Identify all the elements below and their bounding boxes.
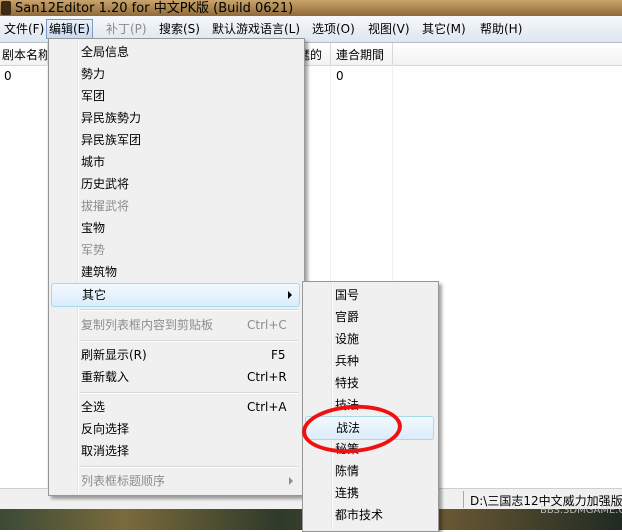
menu-item-copy-to-clipboard[interactable]: 复制列表框内容到剪贴板 Ctrl+C <box>51 314 300 336</box>
menu-default-language[interactable]: 默认游戏语言(L) <box>210 20 302 38</box>
watermark: BBS.3DMGAME.COM <box>540 505 622 516</box>
menu-item-promoted-officers[interactable]: 拔擢武将 <box>51 195 300 217</box>
submenu-item-titles[interactable]: 官爵 <box>305 306 434 328</box>
column-separator[interactable] <box>392 43 393 65</box>
menu-search[interactable]: 搜索(S) <box>157 20 202 38</box>
submenu-item-linkage[interactable]: 连携 <box>305 482 434 504</box>
menu-edit[interactable]: 编辑(E) <box>46 19 93 39</box>
submenu-arrow-icon <box>289 477 293 485</box>
submenu-item-facilities[interactable]: 设施 <box>305 328 434 350</box>
menu-help[interactable]: 帮助(H) <box>478 20 524 38</box>
submenu-item-unit-types[interactable]: 兵种 <box>305 350 434 372</box>
menu-item-armies[interactable]: 军势 <box>51 239 300 261</box>
menu-item-foreign-forces[interactable]: 异民族勢力 <box>51 107 300 129</box>
submenu-item-country-name[interactable]: 国号 <box>305 284 434 306</box>
edit-menu-dropdown: 全局信息 勢力 军团 异民族勢力 异民族军团 城市 历史武将 拔擢武将 宝物 军… <box>48 38 305 496</box>
menu-separator <box>79 392 298 394</box>
title-bar: San12Editor 1.20 for 中文PK版 (Build 0621) <box>0 0 622 16</box>
menu-other[interactable]: 其它(M) <box>420 20 468 38</box>
table-cell: 0 <box>336 69 344 83</box>
menu-item-foreign-corps[interactable]: 异民族军团 <box>51 129 300 151</box>
menu-item-invert-selection[interactable]: 反向选择 <box>51 418 300 440</box>
menu-patch[interactable]: 补丁(P) <box>104 20 149 38</box>
window-title: San12Editor 1.20 for 中文PK版 (Build 0621) <box>15 1 294 16</box>
menu-item-reload[interactable]: 重新载入 Ctrl+R <box>51 366 300 388</box>
column-header-scenario-name[interactable]: 剧本名称 <box>2 46 50 63</box>
menu-item-refresh[interactable]: 刷新显示(R) F5 <box>51 344 300 366</box>
column-separator[interactable] <box>330 43 331 65</box>
menu-item-buildings[interactable]: 建筑物 <box>51 261 300 283</box>
menu-item-select-all[interactable]: 全选 Ctrl+A <box>51 396 300 418</box>
submenu-item-city-tech[interactable]: 都市技术 <box>305 504 434 526</box>
menu-item-other-submenu[interactable]: 其它 <box>51 283 300 307</box>
menu-separator <box>79 309 298 311</box>
menu-item-treasures[interactable]: 宝物 <box>51 217 300 239</box>
menu-file[interactable]: 文件(F) <box>2 20 46 38</box>
menu-separator <box>79 466 298 468</box>
menu-item-deselect[interactable]: 取消选择 <box>51 440 300 462</box>
menu-item-global-info[interactable]: 全局信息 <box>51 41 300 63</box>
submenu-item-skills[interactable]: 特技 <box>305 372 434 394</box>
menu-view[interactable]: 视图(V) <box>366 20 412 38</box>
column-header-alliance-period[interactable]: 連合期間 <box>336 46 384 63</box>
submenu-arrow-icon <box>288 291 292 299</box>
menu-separator <box>79 340 298 342</box>
table-cell: 0 <box>4 69 12 83</box>
menu-item-forces[interactable]: 勢力 <box>51 63 300 85</box>
status-divider <box>463 491 464 508</box>
menu-item-corps[interactable]: 军团 <box>51 85 300 107</box>
menu-options[interactable]: 选项(O) <box>310 20 357 38</box>
menu-item-cities[interactable]: 城市 <box>51 151 300 173</box>
app-icon <box>1 1 11 15</box>
menu-item-historical-officers[interactable]: 历史武将 <box>51 173 300 195</box>
menu-item-column-header-order[interactable]: 列表框标题顺序 <box>51 470 300 492</box>
submenu-item-petitions[interactable]: 陈情 <box>305 460 434 482</box>
